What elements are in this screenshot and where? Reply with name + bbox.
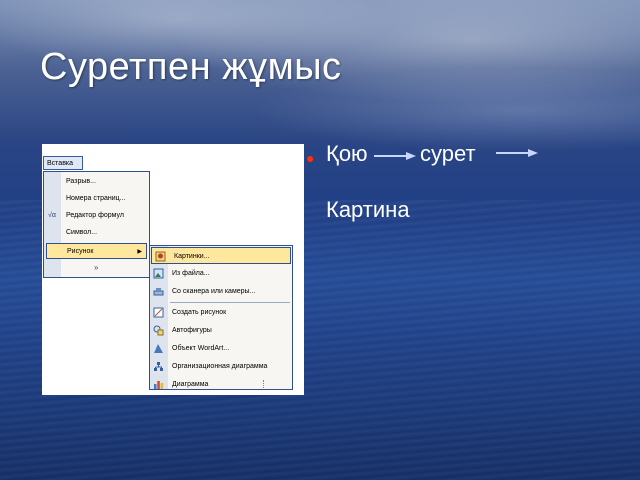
slide-title: Суретпен жұмыс	[40, 46, 342, 88]
menu-separator	[170, 302, 290, 303]
chart-icon	[154, 381, 164, 389]
expand-menu-icon[interactable]: »	[94, 263, 98, 272]
submenu-arrow-icon: ▶	[137, 249, 142, 255]
menu-item-equation-editor[interactable]: √α Редактор формул	[44, 208, 149, 224]
submenu-item-label: Автофигуры	[172, 327, 212, 334]
submenu-item-org-chart[interactable]: Организационная диаграмма	[150, 358, 292, 375]
autoshapes-icon	[153, 325, 164, 336]
submenu-item-chart[interactable]: Диаграмма	[150, 376, 292, 393]
submenu-item-clipart[interactable]: Картинки...	[151, 247, 291, 264]
menu-item-label: Номера страниц...	[66, 195, 126, 202]
submenu-item-label: Объект WordArt...	[172, 345, 230, 352]
clipart-icon	[155, 251, 166, 262]
picture-file-icon	[153, 268, 164, 279]
menu-insert-button[interactable]: Вставка	[43, 156, 83, 170]
submenu-item-label: Картинки...	[174, 253, 210, 260]
submenu-item-label: Диаграмма	[172, 381, 209, 388]
submenu-item-scanner[interactable]: Со сканера или камеры...	[150, 283, 292, 300]
bullet-word-picture: сурет	[420, 141, 476, 166]
bullet-dot-icon: ●	[306, 150, 315, 166]
menu-screenshot: Вставка Разрыв... Номера страниц... √α Р…	[42, 144, 304, 395]
menu-item-label: Разрыв...	[66, 178, 96, 185]
submenu-item-autoshapes[interactable]: Автофигуры	[150, 322, 292, 339]
submenu-item-label: Организационная диаграмма	[172, 363, 268, 370]
menu-item-label: Редактор формул	[66, 212, 124, 219]
submenu-item-label: Со сканера или камеры...	[172, 288, 256, 295]
menu-item-break[interactable]: Разрыв...	[44, 174, 149, 190]
submenu-item-label: Из файла...	[172, 270, 210, 277]
menu-item-symbol[interactable]: Символ...	[44, 225, 149, 241]
submenu-item-from-file[interactable]: Из файла...	[150, 265, 292, 282]
org-chart-icon	[154, 362, 163, 371]
bullet-word-insert: Қою	[326, 141, 368, 166]
menu-item-label: Символ...	[66, 229, 98, 236]
resize-grip[interactable]	[263, 380, 268, 388]
picture-submenu: Картинки... Из файла... Со сканера или к…	[149, 245, 293, 390]
arrow-right-icon	[496, 149, 538, 157]
submenu-item-label: Создать рисунок	[172, 309, 227, 316]
menu-item-label: Рисунок	[67, 248, 94, 255]
new-drawing-icon	[153, 307, 164, 318]
insert-menu: Разрыв... Номера страниц... √α Редактор …	[43, 171, 150, 278]
submenu-item-wordart[interactable]: Объект WordArt...	[150, 340, 292, 357]
wordart-icon	[154, 344, 163, 353]
scanner-icon	[153, 288, 164, 296]
arrow-right-icon	[374, 152, 416, 160]
menu-item-picture[interactable]: Рисунок ▶	[46, 243, 147, 259]
bullet-word-kartina: Картина	[326, 197, 410, 222]
formula-icon: √α	[48, 212, 56, 219]
submenu-item-new-drawing[interactable]: Создать рисунок	[150, 304, 292, 321]
menu-item-page-numbers[interactable]: Номера страниц...	[44, 191, 149, 207]
